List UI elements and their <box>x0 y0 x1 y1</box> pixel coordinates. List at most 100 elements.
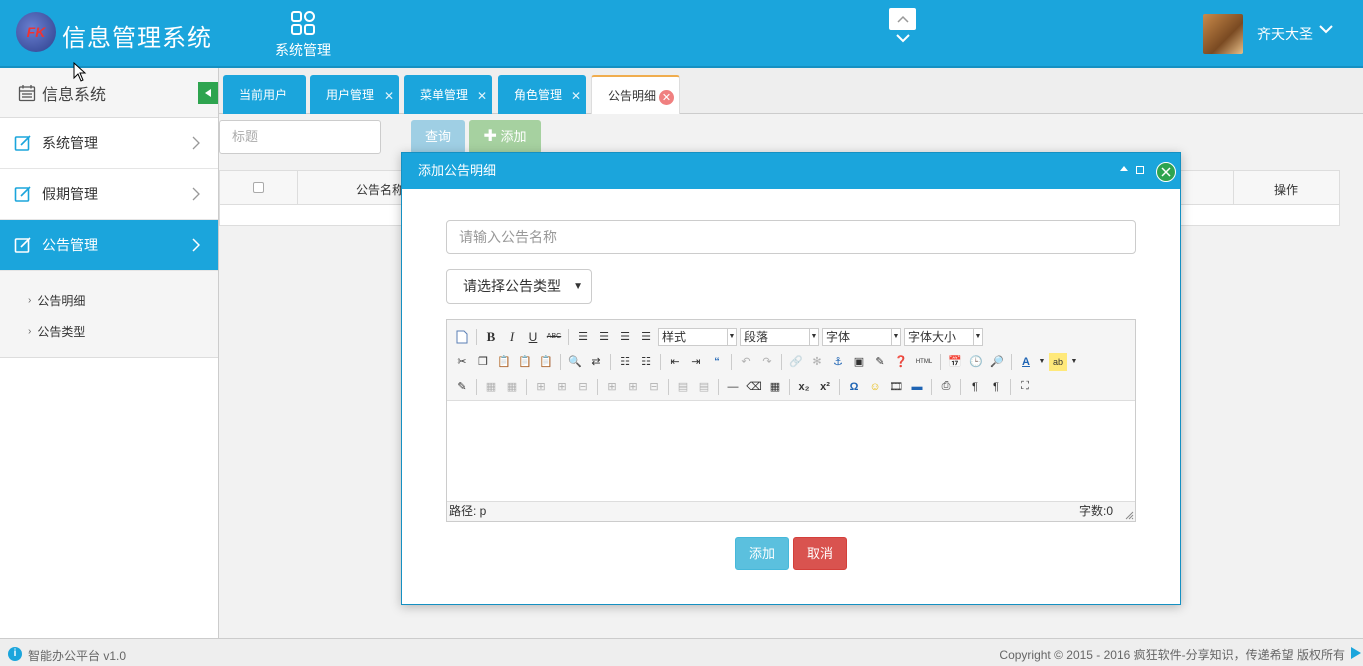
sidebar-subitem-notice-type[interactable]: › 公告类型 <box>0 316 218 347</box>
select-all-checkbox[interactable] <box>253 182 264 193</box>
replace-icon[interactable]: ⇄ <box>587 353 605 371</box>
top-nav-system-management[interactable]: 系统管理 <box>268 8 338 60</box>
align-center-icon[interactable]: ☰ <box>595 328 613 346</box>
horizontal-rule-icon[interactable]: — <box>724 378 742 396</box>
avatar[interactable] <box>1203 14 1243 54</box>
paste-icon[interactable]: 📋 <box>495 353 513 371</box>
insert-date-icon[interactable]: 📅 <box>946 353 964 371</box>
caret-right-icon[interactable] <box>1351 647 1361 659</box>
tab-notice-detail[interactable]: 公告明细 ✕ <box>591 75 680 114</box>
header-collapse-control[interactable] <box>889 8 916 54</box>
bullet-list-icon[interactable]: ☷ <box>616 353 634 371</box>
remove-format-icon[interactable]: ⌫ <box>745 378 763 396</box>
chevron-down-icon[interactable] <box>1319 24 1333 34</box>
help-icon[interactable]: ❓ <box>892 353 910 371</box>
maximize-icon[interactable] <box>1136 166 1144 174</box>
paste-word-icon[interactable]: 📋 <box>537 353 555 371</box>
caret-down-icon[interactable]: ▼ <box>1070 353 1078 371</box>
minimize-icon[interactable] <box>1120 165 1128 171</box>
new-document-icon[interactable] <box>453 328 471 346</box>
sidebar-item-leave-management[interactable]: 假期管理 <box>0 169 218 220</box>
paste-text-icon[interactable]: 📋 <box>516 353 534 371</box>
tab-menu-management[interactable]: 菜单管理 ✕ <box>404 75 492 114</box>
sidebar-toggle[interactable] <box>198 82 218 104</box>
edit-css-icon[interactable]: ✎ <box>453 378 471 396</box>
editor-content-area[interactable] <box>447 401 1135 501</box>
tab-role-management[interactable]: 角色管理 ✕ <box>498 75 586 114</box>
split-cells-icon[interactable]: ▤ <box>674 378 692 396</box>
advanced-hr-icon[interactable]: ▬ <box>908 378 926 396</box>
emoticon-icon[interactable]: ☺ <box>866 378 884 396</box>
tab-current-user[interactable]: 当前用户 <box>223 75 306 114</box>
link-icon[interactable]: 🔗 <box>787 353 805 371</box>
undo-icon[interactable]: ↶ <box>737 353 755 371</box>
blockquote-icon[interactable]: “ <box>708 353 726 371</box>
table-row-props-icon[interactable]: ▦ <box>482 378 500 396</box>
preview-icon[interactable]: 🔎 <box>988 353 1006 371</box>
font-select[interactable]: 字体 ▼ <box>822 327 901 346</box>
caret-down-icon[interactable]: ▼ <box>1038 353 1046 371</box>
italic-icon[interactable]: I <box>503 328 521 346</box>
special-char-icon[interactable]: Ω <box>845 378 863 396</box>
copy-icon[interactable]: ❐ <box>474 353 492 371</box>
font-size-select[interactable]: 字体大小 ▼ <box>904 327 983 346</box>
image-icon[interactable]: ▣ <box>850 353 868 371</box>
insert-time-icon[interactable]: 🕒 <box>967 353 985 371</box>
delete-col-icon[interactable]: ⊟ <box>645 378 663 396</box>
sidebar-item-system-management[interactable]: 系统管理 <box>0 118 218 169</box>
underline-icon[interactable]: U <box>524 328 542 346</box>
fullscreen-icon[interactable]: ⛶ <box>1016 378 1034 396</box>
resize-grip-icon[interactable] <box>1124 510 1134 520</box>
notice-name-input[interactable]: 请输入公告名称 <box>446 220 1136 254</box>
column-header-name[interactable]: 公告名称 <box>356 181 404 198</box>
cut-icon[interactable]: ✂ <box>453 353 471 371</box>
close-icon[interactable]: ✕ <box>384 89 394 103</box>
chevron-down-icon[interactable] <box>889 34 916 43</box>
align-justify-icon[interactable]: ☰ <box>637 328 655 346</box>
align-right-icon[interactable]: ☰ <box>616 328 634 346</box>
unlink-icon[interactable]: ✻ <box>808 353 826 371</box>
tab-user-management[interactable]: 用户管理 ✕ <box>310 75 399 114</box>
outdent-icon[interactable]: ⇤ <box>666 353 684 371</box>
rtl-icon[interactable]: ¶ <box>987 378 1005 396</box>
media-icon[interactable]: 🎞 <box>887 378 905 396</box>
add-button[interactable]: ✚ 添加 <box>469 120 541 154</box>
title-search-input[interactable]: 标题 <box>219 120 381 154</box>
insert-col-before-icon[interactable]: ⊞ <box>603 378 621 396</box>
ltr-icon[interactable]: ¶ <box>966 378 984 396</box>
find-icon[interactable]: 🔍 <box>566 353 584 371</box>
print-icon[interactable]: ⎙ <box>937 378 955 396</box>
username[interactable]: 齐天大圣 <box>1257 24 1313 44</box>
strikethrough-icon[interactable]: ABC <box>545 328 563 346</box>
dialog-add-button[interactable]: 添加 <box>735 537 789 570</box>
html-source-icon[interactable]: HTML <box>913 353 935 371</box>
close-icon[interactable]: ✕ <box>659 90 674 105</box>
close-icon[interactable]: ✕ <box>571 89 581 103</box>
chevron-up-icon[interactable] <box>889 8 916 30</box>
anchor-icon[interactable]: ⚓ <box>829 353 847 371</box>
text-color-icon[interactable]: A <box>1017 353 1035 371</box>
numbered-list-icon[interactable]: ☷ <box>637 353 655 371</box>
insert-row-after-icon[interactable]: ⊞ <box>553 378 571 396</box>
highlight-color-icon[interactable]: ab <box>1049 352 1067 371</box>
merge-cells-icon[interactable]: ▤ <box>695 378 713 396</box>
insert-col-after-icon[interactable]: ⊞ <box>624 378 642 396</box>
subscript-icon[interactable]: x₂ <box>795 378 813 396</box>
sidebar-item-notice-management[interactable]: 公告管理 <box>0 220 218 271</box>
insert-table-icon[interactable]: ▦ <box>766 378 784 396</box>
delete-row-icon[interactable]: ⊟ <box>574 378 592 396</box>
paragraph-select[interactable]: 段落 ▼ <box>740 327 819 346</box>
bold-icon[interactable]: B <box>482 328 500 346</box>
align-left-icon[interactable]: ☰ <box>574 328 592 346</box>
close-icon[interactable]: ✕ <box>477 89 487 103</box>
query-button[interactable]: 查询 <box>411 120 465 154</box>
table-cell-props-icon[interactable]: ▦ <box>503 378 521 396</box>
cleanup-icon[interactable]: ✎ <box>871 353 889 371</box>
superscript-icon[interactable]: x² <box>816 378 834 396</box>
style-select[interactable]: 样式 ▼ <box>658 327 737 346</box>
notice-type-select[interactable]: 请选择公告类型 ▼ <box>446 269 592 304</box>
insert-row-before-icon[interactable]: ⊞ <box>532 378 550 396</box>
indent-icon[interactable]: ⇥ <box>687 353 705 371</box>
close-icon[interactable] <box>1156 162 1176 182</box>
sidebar-subitem-notice-detail[interactable]: › 公告明细 <box>0 285 218 316</box>
